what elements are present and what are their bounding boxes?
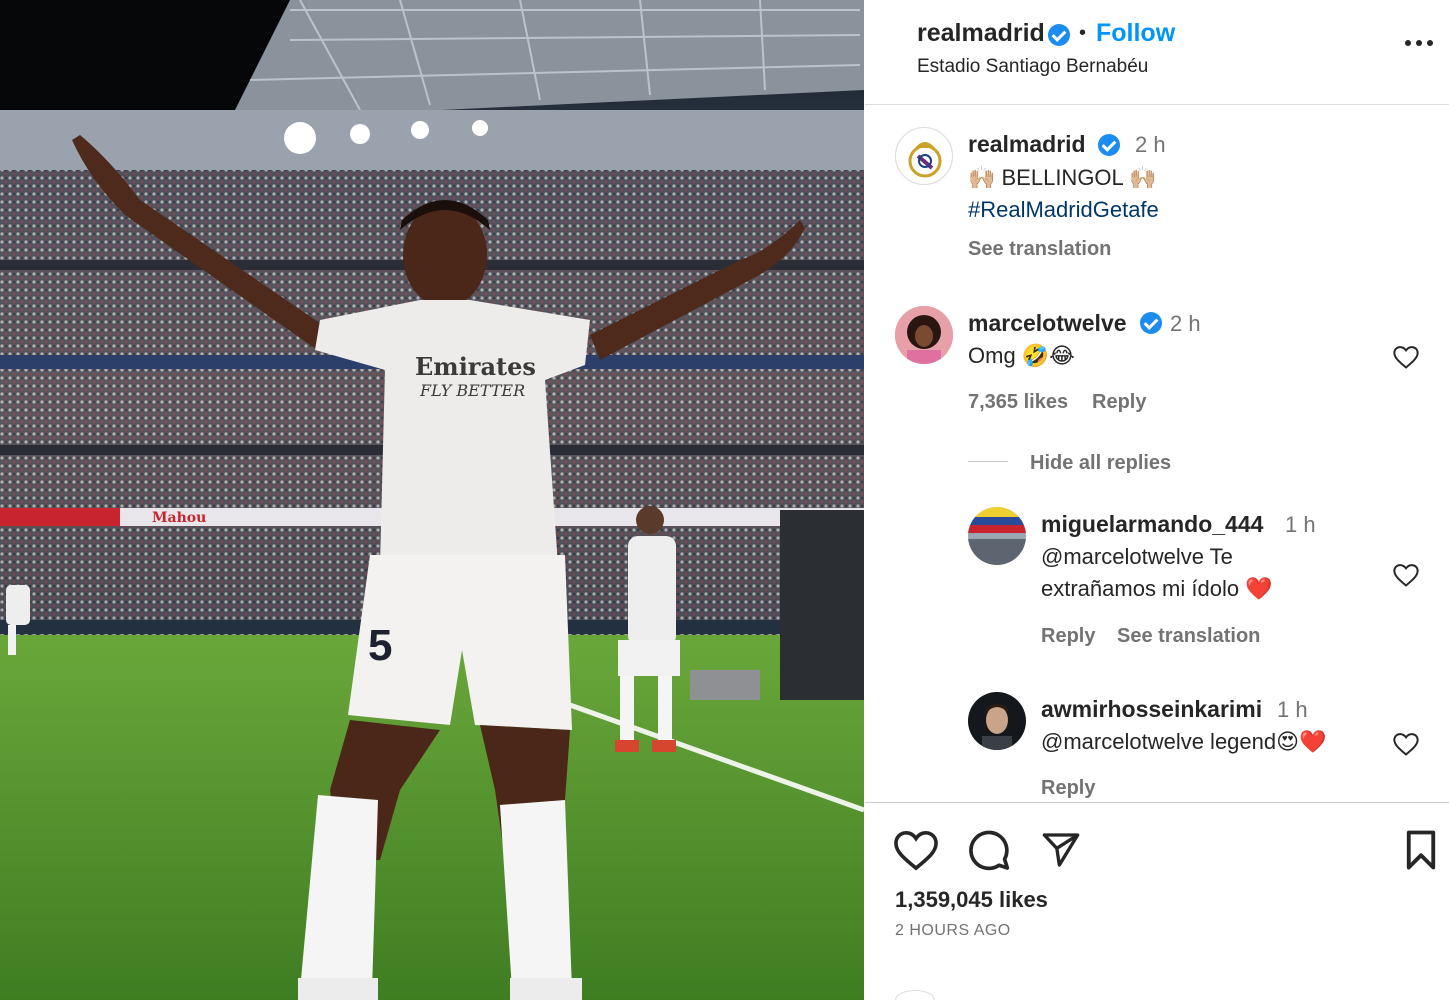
replies-divider-line bbox=[968, 461, 1008, 462]
reply-reply-button[interactable]: Reply bbox=[1041, 777, 1095, 800]
comment-reply-button[interactable]: Reply bbox=[1092, 391, 1146, 414]
share-icon[interactable] bbox=[1040, 830, 1082, 870]
reply-reply-button[interactable]: Reply bbox=[1041, 625, 1095, 648]
follow-button[interactable]: Follow bbox=[1096, 19, 1175, 48]
location-link[interactable]: Estadio Santiago Bernabéu bbox=[917, 56, 1148, 78]
comment-icon[interactable] bbox=[967, 828, 1011, 872]
reply-time: 1 h bbox=[1285, 512, 1316, 537]
miguelarmando-avatar[interactable] bbox=[968, 507, 1026, 565]
bookmark-icon[interactable] bbox=[1403, 829, 1439, 871]
verified-badge-icon bbox=[1140, 312, 1162, 334]
more-options-icon[interactable] bbox=[1405, 40, 1437, 50]
hide-replies-button[interactable]: Hide all replies bbox=[1030, 452, 1171, 475]
comment-time: 2 h bbox=[1170, 311, 1201, 336]
reply-text-line1: @marcelotwelve Te bbox=[1041, 544, 1233, 569]
avatar-image bbox=[968, 692, 1026, 750]
comment-username[interactable]: marcelotwelve bbox=[968, 310, 1127, 337]
header-username[interactable]: realmadrid bbox=[917, 19, 1045, 48]
avatar-image bbox=[895, 306, 953, 364]
caption-username[interactable]: realmadrid bbox=[968, 131, 1086, 158]
reply-text-line2: extrañamos mi ídolo ❤️ bbox=[1041, 576, 1273, 601]
post-sidebar: realmadrid • Follow Estadio Santiago Ber… bbox=[865, 0, 1449, 1000]
comment-likes[interactable]: 7,365 likes bbox=[968, 391, 1068, 414]
jersey-number: 5 bbox=[368, 621, 392, 670]
ad-board-text: Mahou bbox=[152, 510, 206, 526]
post-likes-count[interactable]: 1,359,045 likes bbox=[895, 887, 1048, 913]
realmadrid-avatar[interactable] bbox=[895, 127, 953, 185]
reply-see-translation[interactable]: See translation bbox=[1117, 625, 1260, 648]
header-divider bbox=[865, 104, 1449, 105]
awmirhosseinkarimi-avatar[interactable] bbox=[968, 692, 1026, 750]
comment-like-heart-icon[interactable] bbox=[1391, 343, 1421, 371]
jersey-sponsor-tagline: FLY BETTER bbox=[419, 381, 525, 400]
reply-time: 1 h bbox=[1277, 697, 1308, 722]
post-photo[interactable]: Mahou Emirates FLY BETTER 5 bbox=[0, 0, 864, 1000]
reply-text: @marcelotwelve legend😍❤️ bbox=[1041, 729, 1327, 754]
reply-username[interactable]: miguelarmando_444 bbox=[1041, 511, 1263, 538]
reply-like-heart-icon[interactable] bbox=[1391, 730, 1421, 758]
caption-text: 🙌🏼 BELLINGOL 🙌🏼 bbox=[968, 165, 1157, 190]
caption-see-translation[interactable]: See translation bbox=[968, 238, 1111, 261]
reply-username[interactable]: awmirhosseinkarimi bbox=[1041, 696, 1262, 723]
heart-icon[interactable] bbox=[893, 829, 939, 871]
caption-time: 2 h bbox=[1135, 132, 1166, 157]
photo-image: Mahou Emirates FLY BETTER 5 bbox=[0, 0, 864, 1000]
verified-badge-icon bbox=[1048, 24, 1070, 46]
avatar-image bbox=[968, 507, 1026, 565]
reply-like-heart-icon[interactable] bbox=[1391, 561, 1421, 589]
caption-hashtag[interactable]: #RealMadridGetafe bbox=[968, 194, 1159, 226]
post-header: realmadrid • Follow Estadio Santiago Ber… bbox=[865, 0, 1449, 105]
verified-badge-icon bbox=[1098, 134, 1120, 156]
marcelotwelve-avatar[interactable] bbox=[895, 306, 953, 364]
post-timestamp: 2 HOURS AGO bbox=[895, 922, 1011, 939]
crest-icon bbox=[908, 142, 942, 178]
jersey-sponsor: Emirates bbox=[415, 352, 536, 381]
comment-text: Omg 🤣😂 bbox=[968, 343, 1075, 368]
header-separator: • bbox=[1079, 22, 1087, 44]
